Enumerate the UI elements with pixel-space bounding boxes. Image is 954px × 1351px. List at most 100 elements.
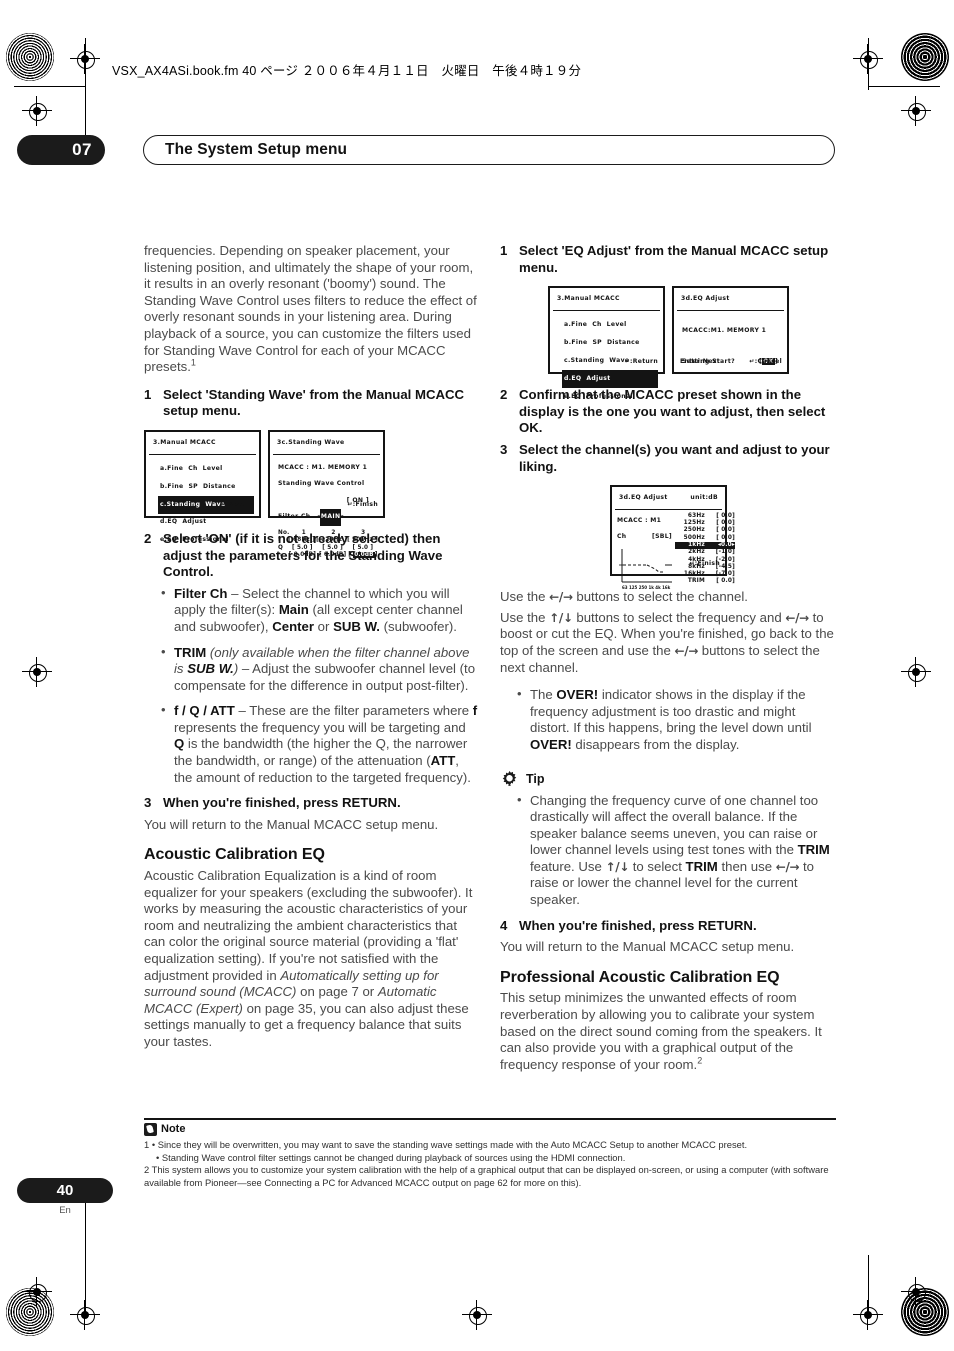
- chapter-number-badge: 07: [17, 135, 105, 165]
- step-3-text: When you're finished, press RETURN.: [163, 795, 401, 811]
- bullet-text: – These are the filter parameters where: [234, 703, 473, 719]
- eq-band-row-trim: TRIM[ 0.0]: [675, 578, 735, 585]
- note-item-2: 2 This system allows you to customize yo…: [144, 1164, 829, 1188]
- page-language-code: En: [59, 1205, 71, 1216]
- cell-f-2: 120Hz: [321, 537, 343, 544]
- eq-band-row: 16kHz [-7.0]: [675, 571, 735, 578]
- paragraph-text: Use the: [500, 589, 550, 605]
- note-item-1: 1 • Since they will be overwritten, you …: [144, 1138, 748, 1150]
- osd-screens-eq-adjust-start: 3.Manual MCACC a.Fine Ch Level b.Fine SP…: [548, 286, 835, 400]
- table-header-1: 1: [301, 529, 306, 536]
- bullet-text: is the bandwidth (the higher the Q, the …: [174, 736, 468, 769]
- osd-channel-value: [SBL]: [652, 533, 672, 541]
- source-file-header: VSX_AX4ASi.book.fm 40 ページ ２００６年４月１１日 火曜日…: [112, 64, 582, 78]
- paragraph-text: Use the: [500, 609, 550, 625]
- bullet-text: (subwoofer).: [379, 618, 457, 634]
- osd-title-text: 3.Manual MCACC: [557, 295, 620, 303]
- footnote-marker-2: 2: [697, 1055, 703, 1066]
- eq-band-frequency: 16kHz: [683, 571, 705, 578]
- osd-manual-mcacc-menu-eq: 3.Manual MCACC a.Fine Ch Level b.Fine SP…: [548, 286, 665, 400]
- frequency-select-paragraph: Use the ↑/↓ buttons to select the freque…: [500, 610, 835, 676]
- up-down-arrow-icons: ↑/↓: [605, 859, 630, 874]
- eq-band-row: 63Hz[ 0.0]: [675, 513, 735, 520]
- table-row-att: ↘ [ 0.0dB] [ 0.0dB] [ 0.0dB]: [278, 552, 378, 559]
- eq-response-curve-graph: 63 125 250 1k 4k 16k: [619, 548, 672, 590]
- eq-band-value: 0.0: [721, 541, 732, 548]
- eq-band-value: 0.0: [721, 520, 733, 527]
- up-down-arrow-icons: ↑/↓: [549, 610, 573, 625]
- cell-f-1: 68Hz: [293, 537, 310, 544]
- osd-footer-enter-next: Enter:Next: [680, 357, 721, 365]
- eq-band-frequency: TRIM: [687, 578, 705, 585]
- eq-band-frequency: 1kHz: [688, 541, 705, 548]
- note-label: Note: [161, 1123, 186, 1136]
- osd-screens-standing-wave: 3.Manual MCACC a.Fine Ch Level b.Fine SP…: [144, 429, 479, 559]
- osd-eq-adjust-start: 3d.EQ Adjust MCACC:M1. MEMORY 1 Setting …: [672, 286, 789, 375]
- eq-band-row: 125Hz[ 0.0]: [675, 520, 735, 527]
- cell-q-2: 5.0: [327, 544, 338, 551]
- osd-menu-item-selected: d.EQ Adjust: [562, 370, 658, 388]
- osd-title-text: 3d.EQ Adjust: [681, 295, 730, 303]
- term-subw: SUB W.: [333, 618, 380, 634]
- step-r3-number: 3: [500, 441, 508, 457]
- step-1-text: Select 'Standing Wave' from the Manual M…: [163, 386, 465, 419]
- osd-mcacc-preset-line: MCACC : M1. MEMORY 1: [278, 463, 368, 471]
- osd-title-text: 3d.EQ Adjust: [619, 494, 668, 502]
- step-3-number: 3: [144, 795, 152, 811]
- osd-title-text: 3c.Standing Wave: [277, 438, 345, 446]
- term-f-q-att: f / Q / ATT: [174, 703, 235, 719]
- eq-band-value: 0.0: [721, 512, 733, 519]
- moire-target-top-left: [6, 33, 54, 81]
- crop-line-top-right-h: [868, 86, 940, 88]
- cell-q-1: 5.0: [297, 544, 308, 551]
- osd-standing-wave-table: No. 1 2 3 f [ 68Hz ] [ 120Hz ] [ 201Hz ]: [278, 530, 378, 560]
- note-items: 1 • Since they will be overwritten, you …: [144, 1139, 836, 1190]
- step-r3: 3 Select the channel(s) you want and adju…: [500, 442, 835, 475]
- note-divider: [144, 1118, 836, 1120]
- osd-standing-wave: 3c.Standing Wave MCACC : M1. MEMORY 1 St…: [268, 429, 385, 559]
- tip-bulb-icon: [502, 770, 517, 786]
- osd-title-text: 3.Manual MCACC: [153, 438, 216, 446]
- left-column: frequencies. Depending on speaker placem…: [144, 243, 479, 1062]
- intro-paragraph-text: frequencies. Depending on speaker placem…: [144, 243, 477, 375]
- registration-mark-bottom-left-upper: [22, 1277, 52, 1307]
- list-item-tip: Changing the frequency curve of one chan…: [517, 791, 835, 909]
- cell-att-1: 0.0dB: [293, 552, 314, 559]
- step-3: 3 When you're finished, press RETURN.: [144, 795, 479, 812]
- eq-band-value: -2.0: [718, 556, 733, 563]
- page-number-badge: 40: [17, 1178, 113, 1203]
- bullet-text: feature. Use: [530, 858, 606, 874]
- osd-manual-mcacc-menu: 3.Manual MCACC a.Fine Ch Level b.Fine SP…: [144, 429, 261, 543]
- step-r4-text: When you're finished, press RETURN.: [519, 917, 757, 933]
- crop-line-bottom-right-v: [868, 1255, 870, 1315]
- osd-menu-item: b.Fine SP Distance: [564, 339, 640, 347]
- eq-band-value: 0.0: [721, 527, 733, 534]
- osd-footer-return: ↵:Return: [624, 357, 658, 365]
- table-row-header: No. 1 2 3: [278, 530, 378, 538]
- osd-footer-cancel: ↵:Cancel: [749, 357, 782, 365]
- registration-mark-mid-right-upper: [901, 96, 931, 126]
- eq-band-frequency: 125Hz: [683, 520, 705, 527]
- section-heading-professional-acoustic-calibration-eq: Professional Acoustic Calibration EQ: [500, 968, 780, 986]
- osd-title: 3.Manual MCACC: [149, 432, 256, 455]
- osd-eq-band-list: 63Hz[ 0.0] 125Hz[ 0.0] 250Hz[ 0.0] 500Hz…: [675, 513, 735, 592]
- term-f: f: [472, 703, 478, 719]
- over-indicator-list: The OVER! indicator shows in the display…: [500, 686, 835, 753]
- osd-title: 3c.Standing Wave: [273, 432, 380, 455]
- eq-band-value: -7.0: [718, 571, 733, 578]
- term-filter-ch: Filter Ch: [174, 585, 228, 601]
- paragraph-text: Acoustic Calibration Equalization is a k…: [144, 868, 473, 983]
- osd-title: 3d.EQ Adjust unit:dB: [615, 487, 722, 510]
- bullet-text: or: [314, 618, 334, 634]
- cell-f-3: 201Hz: [352, 537, 374, 544]
- bullet-text: disappears from the display.: [571, 736, 740, 752]
- registration-mark-bottom-right-upper: [901, 1277, 931, 1307]
- eq-band-row: 250Hz[ 0.0]: [675, 527, 735, 534]
- osd-screen-eq-adjust-graph: 3d.EQ Adjust unit:dB MCACC : M1 Ch [SBL]: [610, 485, 835, 590]
- osd-menu-item: b.Fine SP Distance: [160, 482, 236, 490]
- note-block: Note 1 • Since they will be overwritten,…: [144, 1118, 836, 1190]
- eq-band-value: 0.0: [721, 578, 733, 585]
- term-att: ATT: [430, 753, 456, 769]
- osd-menu-item: a.Fine Ch Level: [160, 465, 223, 473]
- registration-mark-mid-right: [901, 657, 931, 687]
